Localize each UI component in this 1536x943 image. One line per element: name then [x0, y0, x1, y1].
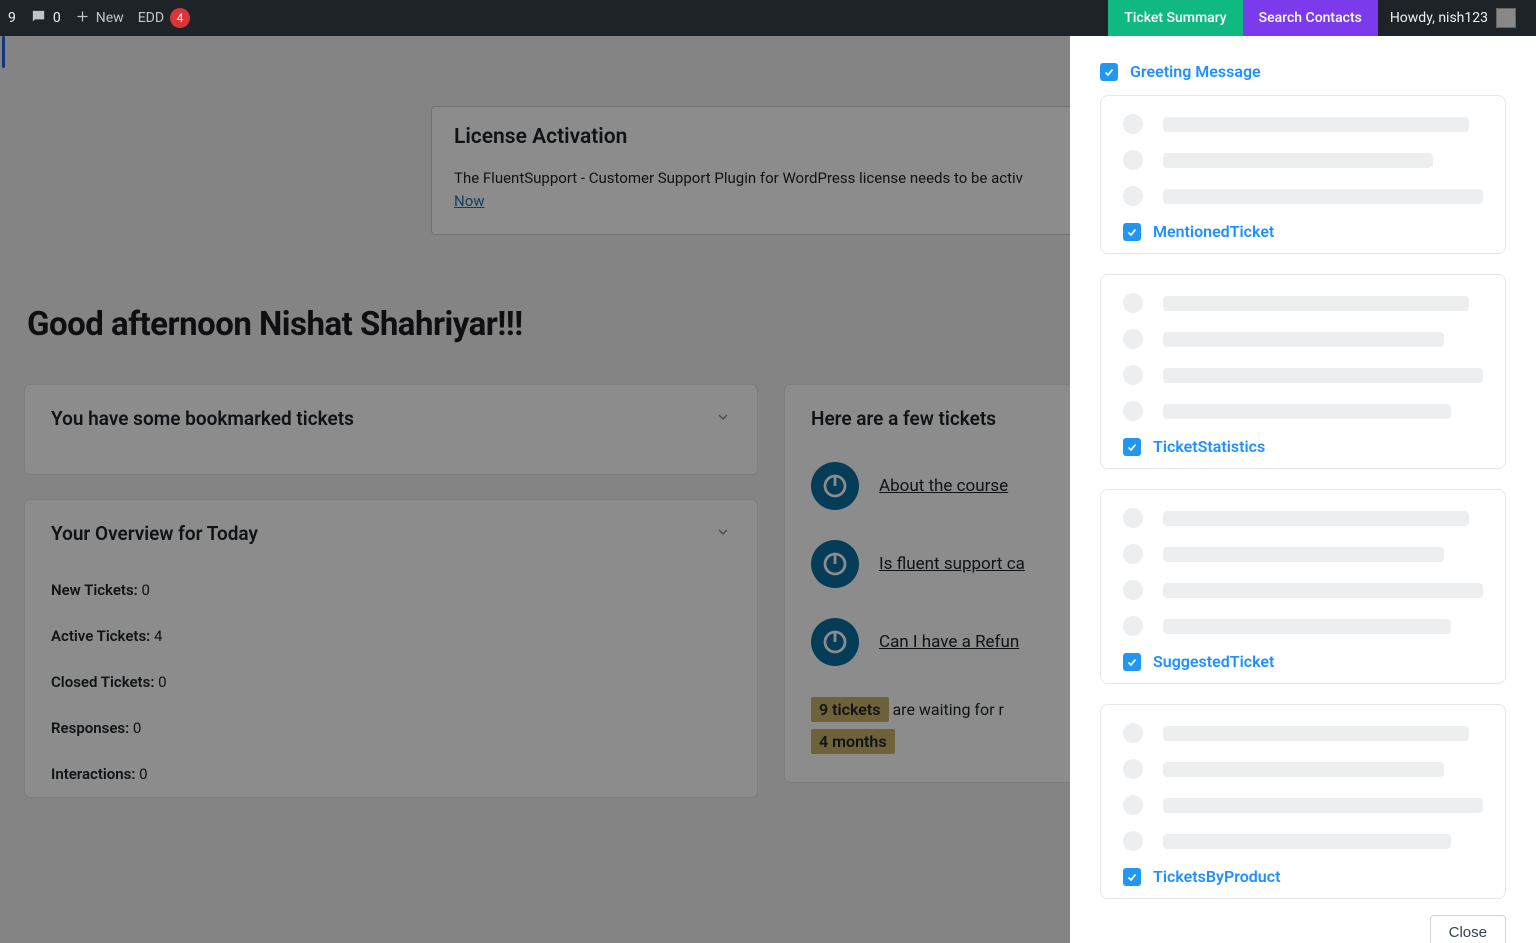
widget-label: SuggestedTicket	[1153, 652, 1274, 671]
close-button[interactable]: Close	[1430, 915, 1506, 943]
search-contacts-button[interactable]: Search Contacts	[1243, 0, 1378, 36]
edd-label: EDD	[138, 10, 164, 26]
account-menu[interactable]: Howdy, nish123	[1378, 8, 1528, 28]
new-label: New	[96, 10, 124, 26]
checkbox-mentioned[interactable]	[1123, 223, 1141, 241]
wp-admin-bar: 9 0 New EDD 4 Ticket Summary Search Cont…	[0, 0, 1536, 36]
widget-toggle-row: TicketStatistics	[1123, 437, 1483, 456]
edd-badge: 4	[170, 8, 190, 28]
widget-toggle-row: SuggestedTicket	[1123, 652, 1483, 671]
widget-label: Greeting Message	[1130, 62, 1261, 81]
comments-count: 0	[53, 10, 61, 26]
updates-count: 9	[8, 10, 16, 26]
admin-bar-left: 9 0 New EDD 4	[8, 8, 190, 29]
widget-preview: SuggestedTicket	[1100, 489, 1506, 684]
checkbox-statistics[interactable]	[1123, 438, 1141, 456]
checkbox-greeting[interactable]	[1100, 63, 1118, 81]
plus-icon	[75, 9, 90, 28]
updates-item[interactable]: 9	[8, 10, 16, 26]
new-item[interactable]: New	[75, 9, 124, 28]
widget-label: TicketsByProduct	[1153, 867, 1280, 886]
widget-preview: MentionedTicket	[1100, 95, 1506, 254]
comment-icon	[30, 8, 47, 29]
widget-toggle-row: TicketsByProduct	[1123, 867, 1483, 886]
widget-toggle-row: MentionedTicket	[1123, 222, 1483, 241]
widget-label: TicketStatistics	[1153, 437, 1265, 456]
ticket-summary-button[interactable]: Ticket Summary	[1108, 0, 1242, 36]
widget-label: MentionedTicket	[1153, 222, 1274, 241]
comments-item[interactable]: 0	[30, 8, 61, 29]
panel-footer: Close	[1100, 907, 1506, 943]
widget-preview: TicketStatistics	[1100, 274, 1506, 469]
checkbox-suggested[interactable]	[1123, 653, 1141, 671]
widget-settings-panel: Greeting Message MentionedTicket TicketS…	[1070, 36, 1536, 943]
edd-item[interactable]: EDD 4	[138, 8, 190, 28]
widget-preview: TicketsByProduct	[1100, 704, 1506, 899]
howdy-text: Howdy, nish123	[1390, 10, 1488, 26]
avatar	[1496, 8, 1516, 28]
checkbox-byproduct[interactable]	[1123, 868, 1141, 886]
widget-toggle-row: Greeting Message	[1100, 62, 1506, 81]
